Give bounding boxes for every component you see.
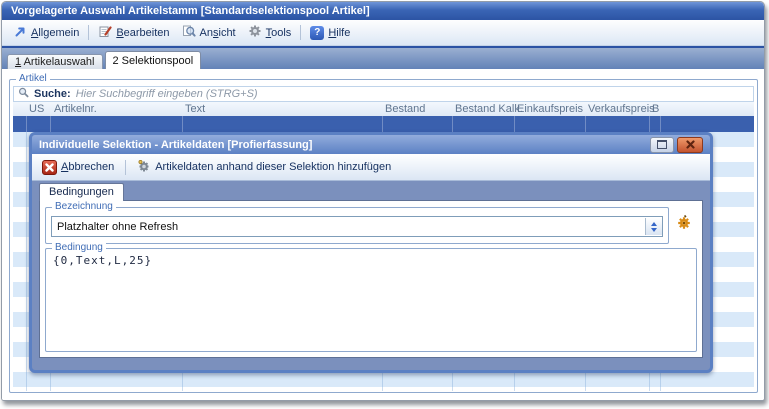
close-icon (686, 140, 695, 149)
column-header-bestand[interactable]: Bestand (385, 103, 425, 115)
bezeichnung-groupbox: Bezeichnung Platzhalter ohne Refresh (45, 207, 669, 244)
restore-icon (657, 140, 667, 149)
help-icon: ? (310, 26, 324, 40)
abbrechen-label: Abbrechen (61, 161, 114, 173)
add-selection-button[interactable]: Artikeldaten anhand dieser Selektion hin… (135, 157, 393, 178)
table-header-row: US Artikelnr. Text Bestand Bestand Kalk.… (13, 102, 754, 116)
menu-ansicht[interactable]: Ansicht (176, 22, 242, 43)
search-placeholder: Hier Suchbegriff eingeben (STRG+S) (76, 88, 258, 100)
menu-separator (300, 25, 301, 40)
bedingung-label: Bedingung (52, 242, 106, 253)
dialog-title: Individuelle Selektion - Artikeldaten [P… (39, 139, 312, 151)
search-icon (18, 87, 29, 101)
column-header-text[interactable]: Text (185, 103, 205, 115)
menu-bearbeiten[interactable]: Bearbeiten (92, 22, 175, 43)
menu-separator (88, 25, 89, 40)
column-header-us[interactable]: US (29, 103, 44, 115)
arrow-up-right-icon (14, 25, 27, 41)
column-header-bestand-kalk[interactable]: Bestand Kalk. (455, 103, 523, 115)
search-bar[interactable]: Suche: Hier Suchbegriff eingeben (STRG+S… (13, 86, 754, 102)
cancel-x-icon (42, 160, 57, 175)
window-titlebar: Vorgelagerte Auswahl Artikelstamm [Stand… (2, 2, 764, 20)
dialog-body: Bedingungen Bezeichnung Platzhalter ohne… (32, 181, 710, 364)
chevron-down-icon (651, 228, 657, 232)
close-button[interactable] (677, 137, 703, 153)
menu-tools[interactable]: Tools (242, 22, 298, 43)
selected-table-row[interactable] (13, 116, 754, 132)
combobox-value: Platzhalter ohne Refresh (57, 221, 178, 233)
combobox-spinner[interactable] (645, 218, 662, 235)
dialog-panel: Bezeichnung Platzhalter ohne Refresh (39, 200, 703, 358)
menu-label: Allgemein (31, 27, 79, 39)
bedingung-textarea[interactable]: {0,Text,L,25} (53, 254, 152, 267)
selection-dialog: Individuelle Selektion - Artikeldaten [P… (29, 132, 713, 373)
dialog-toolbar: Abbrechen Artikeldaten anhand dieser Sel… (32, 154, 710, 181)
window-title: Vorgelagerte Auswahl Artikelstamm [Stand… (11, 5, 370, 17)
menu-label: Tools (266, 27, 292, 39)
app-window: Vorgelagerte Auswahl Artikelstamm [Stand… (1, 1, 765, 401)
toolbar-separator (125, 160, 126, 175)
run-gear-icon[interactable] (676, 214, 692, 230)
magnifier-doc-icon (182, 24, 196, 41)
bedingung-groupbox: Bedingung {0,Text,L,25} (45, 248, 697, 352)
tab-bedingungen[interactable]: Bedingungen (39, 183, 124, 201)
column-header-verkaufspreis[interactable]: Verkaufspreis (588, 103, 655, 115)
content-area: Artikel Suche: Hier Suchbegriff eingeben… (2, 69, 764, 400)
column-header-artikelnr[interactable]: Artikelnr. (54, 103, 97, 115)
gear-icon (248, 24, 262, 41)
tab-artikelauswahl[interactable]: 1 Artikelauswahl (7, 54, 103, 70)
abbrechen-button[interactable]: Abbrechen (40, 158, 116, 177)
chevron-up-icon (651, 222, 657, 226)
edit-icon (98, 24, 112, 41)
gear-selection-icon (137, 159, 151, 176)
menubar: Allgemein Bearbeiten Ansicht Tools ? Hil… (2, 20, 764, 46)
tabstrip: 1 Artikelauswahl 2 Selektionspool (2, 48, 764, 70)
tab-selektionspool[interactable]: 2 Selektionspool (105, 51, 202, 70)
bezeichnung-combobox[interactable]: Platzhalter ohne Refresh (51, 216, 663, 237)
bezeichnung-label: Bezeichnung (52, 201, 116, 212)
menu-label: Ansicht (200, 27, 236, 39)
menu-hilfe[interactable]: ? Hilfe (304, 24, 356, 42)
restore-button[interactable] (650, 137, 674, 153)
menu-allgemein[interactable]: Allgemein (8, 23, 85, 43)
column-header-b[interactable]: B (652, 103, 659, 115)
artikel-group-label: Artikel (16, 73, 50, 84)
dialog-titlebar: Individuelle Selektion - Artikeldaten [P… (32, 135, 710, 154)
column-header-einkaufspreis[interactable]: Einkaufspreis (517, 103, 583, 115)
search-label: Suche: (34, 88, 71, 100)
menu-label: Hilfe (328, 27, 350, 39)
menu-label: Bearbeiten (116, 27, 169, 39)
add-selection-label: Artikeldaten anhand dieser Selektion hin… (155, 161, 391, 173)
screen: Vorgelagerte Auswahl Artikelstamm [Stand… (0, 0, 769, 409)
